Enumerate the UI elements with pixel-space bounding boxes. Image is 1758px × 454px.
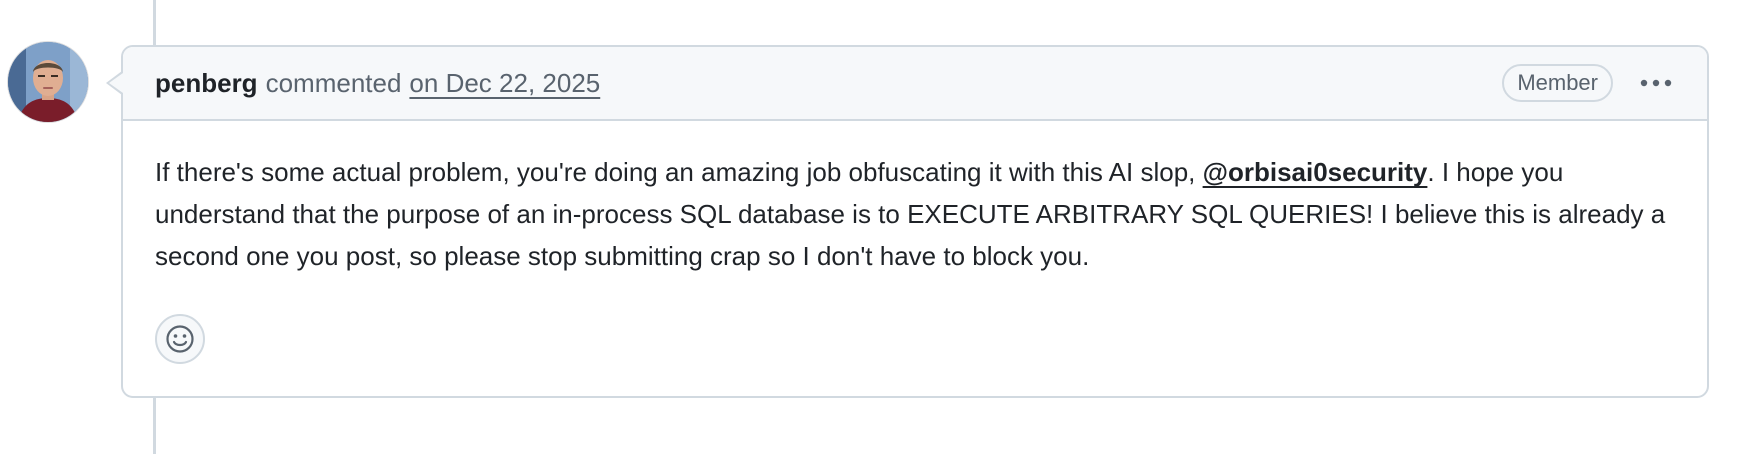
comment-body-text-start: If there's some actual problem, you're d… — [155, 157, 1203, 187]
comment-arrow-fill — [109, 73, 123, 93]
smiley-icon — [166, 325, 194, 353]
comment-action: commented — [265, 67, 402, 98]
comment-author[interactable]: penberg — [155, 68, 258, 99]
comment-options-button[interactable] — [1635, 62, 1677, 104]
add-reaction-button[interactable] — [155, 314, 205, 364]
comment-box: penberg commented on Dec 22, 2025 Member… — [121, 45, 1709, 398]
user-avatar[interactable] — [8, 42, 88, 122]
comment-date-link[interactable]: on Dec 22, 2025 — [409, 68, 600, 99]
comment-header: penberg commented on Dec 22, 2025 Member — [123, 47, 1707, 121]
member-badge: Member — [1502, 64, 1613, 102]
kebab-horizontal-icon — [1640, 79, 1672, 87]
comment-body: If there's some actual problem, you're d… — [123, 121, 1707, 277]
user-mention-link[interactable]: @orbisai0security — [1203, 157, 1428, 187]
